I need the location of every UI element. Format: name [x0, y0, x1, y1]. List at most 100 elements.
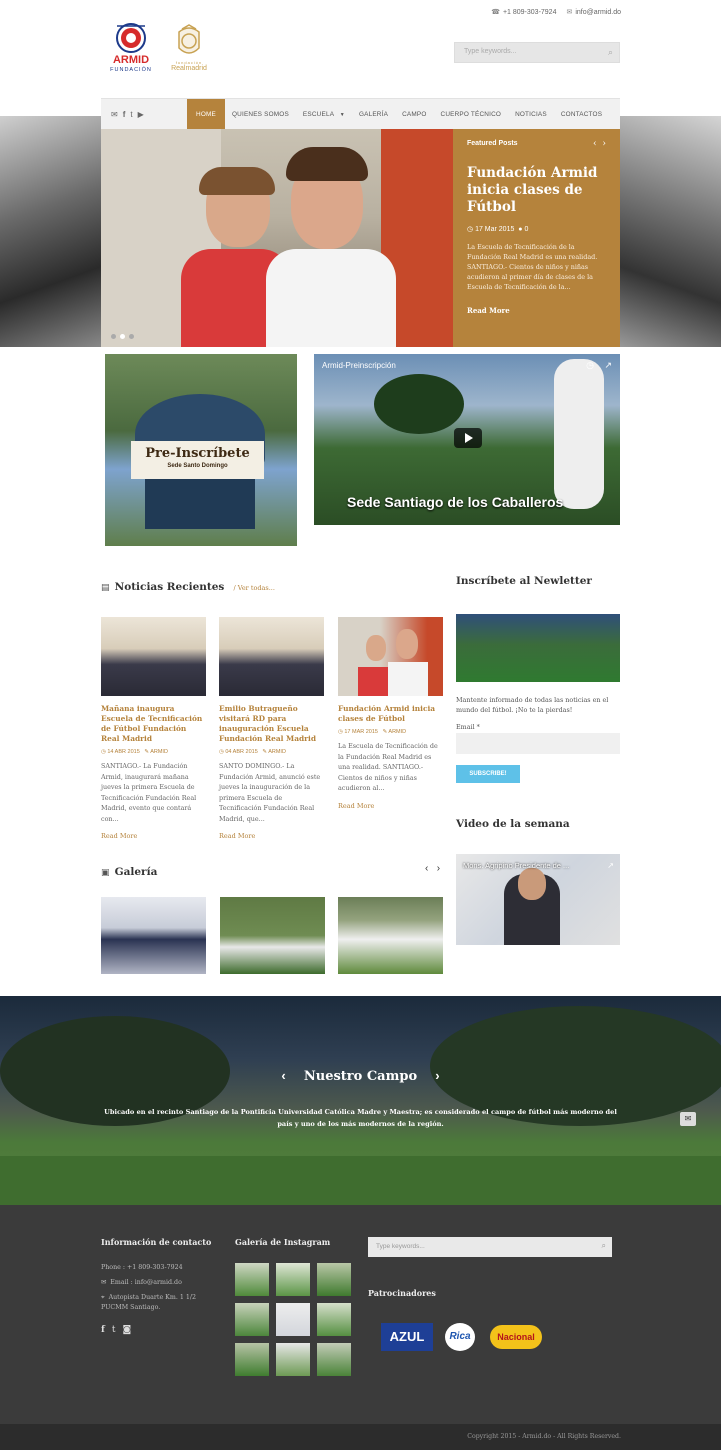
- news-card-excerpt: La Escuela de Tecnificación de la Fundac…: [338, 742, 438, 792]
- armid-logo[interactable]: ARMID FUNDACIÓN: [107, 22, 155, 78]
- news-card-title[interactable]: Fundación Armid inicia clases de Fútbol: [338, 704, 443, 724]
- clock-icon[interactable]: ◷: [586, 360, 594, 371]
- instagram-thumb[interactable]: [276, 1263, 310, 1296]
- chevron-right-icon[interactable]: ›: [602, 139, 606, 149]
- mail-icon[interactable]: ✉: [680, 1112, 696, 1126]
- featured-posts-label: Featured Posts: [467, 140, 518, 147]
- featured-post-date: 17 Mar 2015: [475, 226, 515, 233]
- clock-icon: ◷: [219, 749, 224, 755]
- gallery-thumb[interactable]: [101, 897, 206, 974]
- hero-slide-image[interactable]: [101, 129, 453, 347]
- gallery-nav-arrows: ‹ ›: [425, 863, 440, 874]
- featured-posts-panel: Featured Posts ‹ › Fundación Armid inici…: [453, 129, 620, 347]
- play-button-icon[interactable]: [454, 428, 482, 448]
- news-card-image[interactable]: [338, 617, 443, 696]
- news-card: Mañana inaugura Escuela de Tecnificación…: [101, 617, 206, 840]
- nav-item-contactos[interactable]: CONTACTOS: [554, 99, 609, 130]
- footer-instagram-heading: Galería de Instagram: [235, 1237, 331, 1247]
- chevron-left-icon[interactable]: ‹: [593, 139, 597, 149]
- newsletter-heading: Inscríbete al Newletter: [456, 575, 592, 587]
- realmadrid-foundation-logo: fundación Realmadrid: [165, 24, 213, 78]
- chevron-left-icon[interactable]: ‹: [425, 863, 428, 874]
- image-icon: ▣: [101, 868, 110, 878]
- preinscription-badge[interactable]: Pre-Inscríbete Sede Santo Domingo: [131, 441, 264, 479]
- nav-item-campo[interactable]: CAMPO: [395, 99, 433, 130]
- footer-address: Autopista Duarte Km. 1 1/2 PUCMM Santiag…: [101, 1294, 196, 1311]
- slider-dot-active[interactable]: [120, 334, 125, 339]
- subscribe-button[interactable]: SUBSCRIBE!: [456, 765, 520, 783]
- instagram-thumb[interactable]: [276, 1343, 310, 1376]
- gallery-thumb[interactable]: [338, 897, 443, 974]
- youtube-icon[interactable]: ▶: [138, 110, 144, 119]
- nav-item-galeria[interactable]: GALERÍA: [352, 99, 395, 130]
- sponsor-nacional-logo[interactable]: Nacional: [490, 1325, 542, 1349]
- video-week-heading: Video de la semana: [456, 818, 570, 830]
- campo-title-row: ‹ Nuestro Campo ›: [0, 1068, 721, 1084]
- instagram-thumb[interactable]: [317, 1303, 351, 1336]
- share-icon[interactable]: ↗: [604, 360, 612, 371]
- featured-post-title[interactable]: Fundación Armid inicia clases de Fútbol: [467, 165, 606, 216]
- video-caption: Sede Santiago de los Caballeros: [347, 494, 564, 510]
- facebook-icon[interactable]: f: [123, 110, 126, 119]
- sponsor-azul-logo[interactable]: AZUL: [381, 1323, 433, 1351]
- preinscription-video[interactable]: Armid-Preinscripción ↗ ◷ Sede Santiago d…: [314, 354, 620, 525]
- newsletter-description: Mantente informado de todas las noticias…: [456, 696, 609, 714]
- nav-item-home[interactable]: HOME: [187, 98, 225, 130]
- footer-email[interactable]: Email : info@armid.do: [110, 1279, 182, 1286]
- newsletter-email-label: Email *: [456, 723, 480, 731]
- featured-read-more-link[interactable]: Read More: [467, 306, 606, 315]
- news-card-title[interactable]: Mañana inaugura Escuela de Tecnificación…: [101, 704, 206, 744]
- nav-item-noticias[interactable]: NOTICIAS: [508, 99, 554, 130]
- news-card-read-more[interactable]: Read More: [219, 832, 324, 840]
- clock-icon: ◷: [467, 226, 474, 233]
- sponsor-rica-logo[interactable]: Rica: [445, 1323, 475, 1351]
- featured-nav-arrows: ‹ ›: [593, 139, 606, 149]
- topbar-email[interactable]: info@armid.do: [575, 9, 621, 16]
- share-icon[interactable]: ↗: [607, 861, 614, 870]
- clock-icon: ◷: [338, 729, 343, 735]
- chevron-right-icon[interactable]: ›: [435, 1068, 439, 1083]
- video-week-player[interactable]: Mons. Agripino Presidente de ... ↗: [456, 854, 620, 945]
- chevron-right-icon[interactable]: ›: [437, 863, 440, 874]
- header-search-input[interactable]: Type keywords... ⌕: [454, 42, 620, 63]
- gallery-thumb[interactable]: [220, 897, 325, 974]
- news-card-read-more[interactable]: Read More: [101, 832, 206, 840]
- newsletter-email-input[interactable]: [456, 733, 620, 754]
- twitter-icon[interactable]: t: [112, 1325, 116, 1335]
- see-all-news-link[interactable]: / Ver todas...: [233, 584, 274, 592]
- news-card-meta: ◷ 04 ABR 2015 ✎ ARMID: [219, 749, 324, 755]
- instagram-thumb[interactable]: [235, 1343, 269, 1376]
- news-card-image[interactable]: [101, 617, 206, 696]
- news-card-title[interactable]: Emilio Butragueño visitará RD para inaug…: [219, 704, 324, 744]
- instagram-thumb[interactable]: [276, 1303, 310, 1336]
- mail-icon[interactable]: ✉: [111, 110, 118, 119]
- slider-dot[interactable]: [129, 334, 134, 339]
- realmadrid-crest-icon: [178, 24, 200, 54]
- chevron-left-icon[interactable]: ‹: [281, 1068, 285, 1083]
- instagram-thumb[interactable]: [235, 1263, 269, 1296]
- search-icon[interactable]: ⌕: [602, 1241, 606, 1251]
- hero-side-image-left: [0, 116, 101, 347]
- news-card-image[interactable]: [219, 617, 324, 696]
- footer-address-row: ⌖ Autopista Duarte Km. 1 1/2 PUCMM Santi…: [101, 1293, 211, 1313]
- search-icon[interactable]: ⌕: [608, 47, 613, 58]
- twitter-icon[interactable]: t: [130, 110, 132, 119]
- nav-item-cuerpo-tecnico[interactable]: CUERPO TÉCNICO: [434, 99, 509, 130]
- nav-item-escuela[interactable]: ESCUELA ▼: [296, 99, 352, 130]
- news-card-read-more[interactable]: Read More: [338, 802, 443, 810]
- nav-item-quienes-somos[interactable]: QUIENES SOMOS: [225, 99, 296, 130]
- instagram-thumb[interactable]: [235, 1303, 269, 1336]
- copyright-text: Copyright 2015 - Armid.do - All Rights R…: [467, 1433, 621, 1440]
- pin-icon: ⌖: [101, 1294, 105, 1301]
- slider-dot[interactable]: [111, 334, 116, 339]
- campo-title: Nuestro Campo: [303, 1069, 418, 1084]
- instagram-thumb[interactable]: [317, 1263, 351, 1296]
- instagram-grid: [235, 1263, 351, 1376]
- footer-search-input[interactable]: Type keywords... ⌕: [368, 1237, 612, 1257]
- armid-logo-text: ARMID: [112, 54, 150, 66]
- instagram-icon[interactable]: ◙: [123, 1325, 132, 1335]
- instagram-thumb[interactable]: [317, 1343, 351, 1376]
- campo-banner: [0, 996, 721, 1205]
- video-title: Armid-Preinscripción: [322, 361, 396, 370]
- facebook-icon[interactable]: f: [101, 1325, 105, 1335]
